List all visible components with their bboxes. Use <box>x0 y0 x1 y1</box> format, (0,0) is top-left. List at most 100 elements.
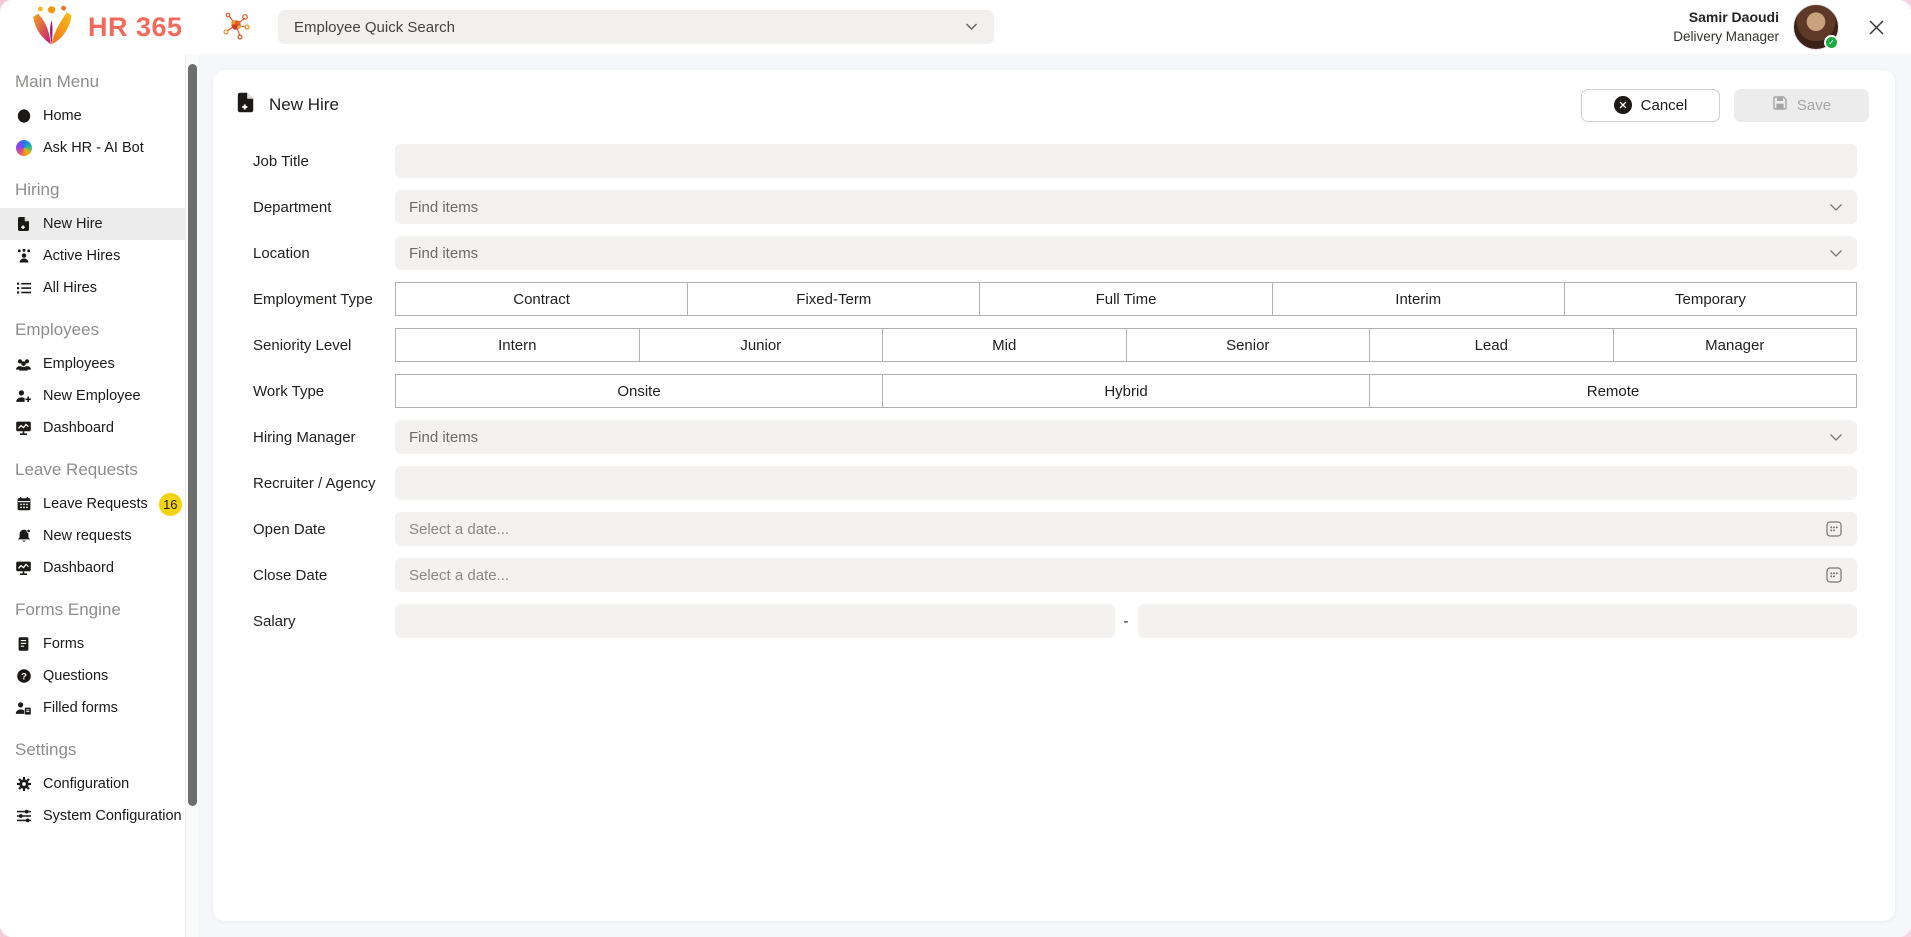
section-title-main-menu: Main Menu <box>15 72 100 91</box>
option-lead[interactable]: Lead <box>1369 328 1614 362</box>
sidebar-item-new-employee[interactable]: New Employee <box>0 380 185 412</box>
hiring-manager-dropdown[interactable]: Find items <box>395 420 1857 454</box>
sidebar-item-system-configuration[interactable]: System Configuration <box>0 800 185 832</box>
sidebar-item-active-hires[interactable]: Active Hires <box>0 240 185 272</box>
cancel-button[interactable]: Cancel <box>1581 88 1720 122</box>
save-button[interactable]: Save <box>1734 88 1869 122</box>
option-intern[interactable]: Intern <box>395 328 640 362</box>
section-title-settings: Settings <box>15 740 77 759</box>
close-date-picker[interactable]: Select a date... <box>395 558 1857 592</box>
top-bar: HR 365 Employee Quick Search Samir Daoud… <box>0 0 1911 54</box>
option-onsite[interactable]: Onsite <box>395 374 883 408</box>
card-header: New Hire Cancel Save <box>213 70 1895 122</box>
sidebar-item-new-requests[interactable]: New requests <box>0 520 185 552</box>
sidebar-item-label: New Employee <box>43 388 141 404</box>
location-dropdown[interactable]: Find items <box>395 236 1857 270</box>
department-placeholder: Find items <box>409 198 479 216</box>
salary-max-input[interactable] <box>1137 604 1857 638</box>
salary-min-input[interactable] <box>395 604 1115 638</box>
sidebar-item-questions[interactable]: ? Questions <box>0 660 185 692</box>
leave-requests-count-badge: 16 <box>158 492 182 516</box>
field-label: Employment Type <box>253 290 373 308</box>
chevron-down-icon <box>1829 249 1843 258</box>
sidebar-item-label: Filled forms <box>43 700 118 716</box>
app-logo[interactable]: HR 365 <box>0 4 186 51</box>
sidebar-item-dashboard[interactable]: Dashboard <box>0 412 185 444</box>
close-icon[interactable] <box>1861 12 1891 42</box>
option-remote[interactable]: Remote <box>1369 374 1857 408</box>
chevron-down-icon <box>965 18 978 36</box>
option-fixed-term[interactable]: Fixed-Term <box>687 282 981 316</box>
field-label: Recruiter / Agency <box>253 474 376 492</box>
avatar[interactable]: ✓ <box>1793 4 1839 50</box>
sidebar-item-configuration[interactable]: Configuration <box>0 768 185 800</box>
section-title-leave-requests: Leave Requests <box>15 460 138 479</box>
save-icon <box>1772 95 1788 115</box>
section-title-hiring: Hiring <box>15 180 60 199</box>
recruiter-agency-input[interactable] <box>395 466 1857 500</box>
save-label: Save <box>1796 96 1832 114</box>
sidebar-item-label: New requests <box>43 528 132 544</box>
main-area: New Hire Cancel Save Job Title Departmen… <box>199 54 1911 937</box>
sidebar-item-dashbaord[interactable]: Dashbaord <box>0 552 185 584</box>
open-date-picker[interactable]: Select a date... <box>395 512 1857 546</box>
search-placeholder: Employee Quick Search <box>294 18 455 36</box>
option-temporary[interactable]: Temporary <box>1563 282 1858 316</box>
copilot-icon <box>15 140 32 157</box>
sidebar-item-label: Home <box>43 108 82 124</box>
sidebar-item-label: Leave Requests <box>43 496 148 512</box>
field-label: Location <box>253 244 310 262</box>
user-info: Samir Daoudi Delivery Manager <box>1673 8 1779 46</box>
option-hybrid[interactable]: Hybrid <box>882 374 1370 408</box>
scrollbar-thumb[interactable] <box>188 64 197 806</box>
sidebar-item-ask-hr-ai-bot[interactable]: Ask HR - AI Bot <box>0 132 185 164</box>
field-label: Work Type <box>253 382 325 400</box>
sidebar-item-employees[interactable]: Employees <box>0 348 185 380</box>
close-date-placeholder: Select a date... <box>409 566 510 584</box>
sidebar-item-new-hire[interactable]: New Hire <box>0 208 185 240</box>
sidebar-item-label: Employees <box>43 356 115 372</box>
job-title-input[interactable] <box>395 144 1857 178</box>
chevron-down-icon <box>1829 433 1843 442</box>
molecule-bot-icon[interactable] <box>222 10 250 45</box>
option-contract[interactable]: Contract <box>395 282 689 316</box>
department-dropdown[interactable]: Find items <box>395 190 1857 224</box>
sidebar-item-forms[interactable]: Forms <box>0 628 185 660</box>
new-hire-form: Job Title Department Find items Location… <box>213 122 1895 638</box>
sidebar-item-all-hires[interactable]: All Hires <box>0 272 185 304</box>
svg-text:?: ? <box>21 671 27 682</box>
option-junior[interactable]: Junior <box>638 328 883 362</box>
option-mid[interactable]: Mid <box>882 328 1127 362</box>
people-icon <box>15 356 32 373</box>
cancel-x-icon <box>1613 96 1632 114</box>
gear-icon <box>15 776 32 793</box>
location-placeholder: Find items <box>409 244 479 262</box>
sidebar-item-label: Dashbaord <box>43 560 114 576</box>
new-hire-card: New Hire Cancel Save Job Title Departmen… <box>213 70 1895 921</box>
header-actions: Cancel Save <box>1581 88 1869 122</box>
form-row-close-date: Close Date Select a date... <box>253 558 1857 592</box>
option-full-time[interactable]: Full Time <box>979 282 1273 316</box>
form-doc-icon <box>15 636 32 653</box>
calendar-icon <box>15 496 32 513</box>
sidebar-item-label: All Hires <box>43 280 97 296</box>
section-title-employees: Employees <box>15 320 100 339</box>
employee-quick-search[interactable]: Employee Quick Search <box>278 10 994 44</box>
option-senior[interactable]: Senior <box>1125 328 1370 362</box>
option-interim[interactable]: Interim <box>1271 282 1565 316</box>
field-label: Hiring Manager <box>253 428 356 446</box>
field-label: Close Date <box>253 566 328 584</box>
sidebar-item-filled-forms[interactable]: Filled forms <box>0 692 185 724</box>
open-date-placeholder: Select a date... <box>409 520 510 538</box>
new-hire-doc-icon <box>235 91 256 119</box>
question-icon: ? <box>15 668 32 685</box>
page-title: New Hire <box>269 95 339 114</box>
new-hire-doc-icon <box>15 216 32 233</box>
sidebar-item-home[interactable]: Home <box>0 100 185 132</box>
app-shell: Main Menu Home Ask HR - AI Bot Hiring Ne… <box>0 54 1911 937</box>
sidebar-scrollbar[interactable] <box>186 54 199 937</box>
sidebar: Main Menu Home Ask HR - AI Bot Hiring Ne… <box>0 54 186 937</box>
sidebar-item-leave-requests[interactable]: Leave Requests 16 <box>0 488 185 520</box>
option-manager[interactable]: Manager <box>1612 328 1857 362</box>
work-type-options: Onsite Hybrid Remote <box>395 374 1857 408</box>
